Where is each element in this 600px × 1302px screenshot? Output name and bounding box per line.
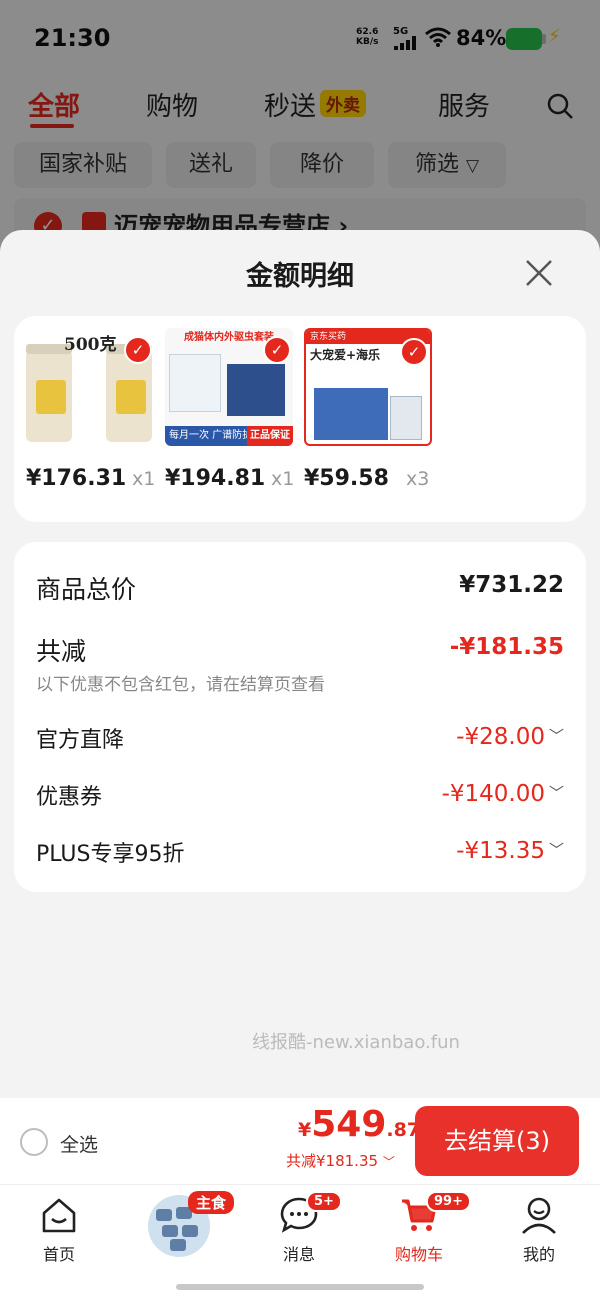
check-icon: ✓ [263, 336, 291, 364]
total-discount[interactable]: 共减¥181.35 ﹀ [286, 1150, 395, 1171]
coupon-value[interactable]: -¥140.00 ﹀ [442, 781, 564, 807]
staple-food-badge: 主食 [188, 1191, 235, 1214]
plus-discount-value[interactable]: -¥13.35 ﹀ [456, 838, 564, 864]
chevron-down-icon: ﹀ [548, 784, 564, 802]
product-qty: x3 [406, 468, 430, 490]
nav-label: 消息 [282, 1245, 315, 1264]
jar-graphic [26, 344, 72, 442]
products-card: 500克 ✓ ¥176.31 x1 成猫体内外驱虫套装 每月一次 广谱防护 正品… [14, 316, 586, 522]
checkout-button[interactable]: 去结算(3) [415, 1106, 579, 1176]
sheet-title: 金额明细 [246, 261, 354, 292]
nav-label: 我的 [522, 1245, 555, 1264]
box-graphic [390, 396, 422, 440]
product-image: 500克 ✓ [26, 328, 154, 446]
box-graphic [314, 388, 388, 440]
reduce-value: -¥181.35 [449, 634, 564, 660]
amount-detail-sheet: 金额明细 500克 ✓ ¥176.31 x1 成猫体内外驱虫套装 每月一次 广谱… [0, 230, 600, 1098]
plus-discount-label: PLUS专享95折 [36, 842, 185, 867]
chevron-down-icon: ﹀ [548, 841, 564, 859]
close-icon[interactable] [522, 256, 556, 290]
amount-detail-card: 商品总价 ¥731.22 共减 -¥181.35 以下优惠不包含红包，请在结算页… [14, 542, 586, 892]
select-all-label[interactable]: 全选 [60, 1130, 98, 1157]
nav-home[interactable]: 首页 [14, 1195, 104, 1265]
chevron-down-icon: ﹀ [382, 1155, 395, 1169]
product-qty: x1 [132, 468, 156, 490]
watermark: 线报酷-new.xianbao.fun [252, 1032, 460, 1053]
official-discount-value[interactable]: -¥28.00 ﹀ [456, 724, 564, 750]
coupon-label: 优惠券 [36, 785, 103, 810]
check-icon: ✓ [124, 336, 152, 364]
product-price: ¥176.31 [26, 466, 127, 491]
product-banner: 每月一次 广谱防护 正品保证 [165, 426, 293, 446]
product-image: 成猫体内外驱虫套装 每月一次 广谱防护 正品保证 ✓ [165, 328, 293, 446]
total-label: 商品总价 [36, 575, 137, 604]
nav-cart[interactable]: 购物车 99+ [374, 1191, 471, 1265]
box-graphic [227, 364, 285, 416]
product-image: 京东买药 大宠爱+海乐 ✓ [304, 328, 432, 446]
jar-graphic [106, 344, 152, 442]
product-price: ¥59.58 [304, 466, 389, 491]
nav-label: 首页 [42, 1245, 75, 1264]
product-qty: x1 [271, 468, 295, 490]
home-icon [42, 1198, 76, 1233]
chevron-down-icon: ﹀ [548, 727, 564, 745]
reduce-note: 以下优惠不包含红包，请在结算页查看 [36, 675, 325, 695]
product-price: ¥194.81 [165, 466, 266, 491]
official-discount-label: 官方直降 [36, 728, 125, 753]
cart-badge: 99+ [426, 1191, 471, 1212]
nav-label: 购物车 [394, 1245, 443, 1264]
message-badge: 5+ [306, 1191, 342, 1212]
home-indicator [176, 1284, 424, 1290]
nav-messages[interactable]: 消息 5+ [254, 1191, 344, 1265]
select-all-radio[interactable] [20, 1128, 48, 1156]
total-price: ¥549.87 [298, 1104, 421, 1145]
checkout-bar: 全选 ¥549.87 共减¥181.35 ﹀ 去结算(3) [0, 1098, 600, 1184]
profile-icon [522, 1197, 556, 1234]
product-image-title: 大宠爱+海乐 [310, 348, 381, 362]
product-image-text: 500克 [64, 335, 117, 355]
check-icon: ✓ [400, 338, 428, 366]
box-graphic [169, 354, 221, 412]
nav-mine[interactable]: 我的 [494, 1195, 584, 1265]
reduce-label: 共减 [36, 637, 87, 666]
total-value: ¥731.22 [459, 572, 564, 598]
